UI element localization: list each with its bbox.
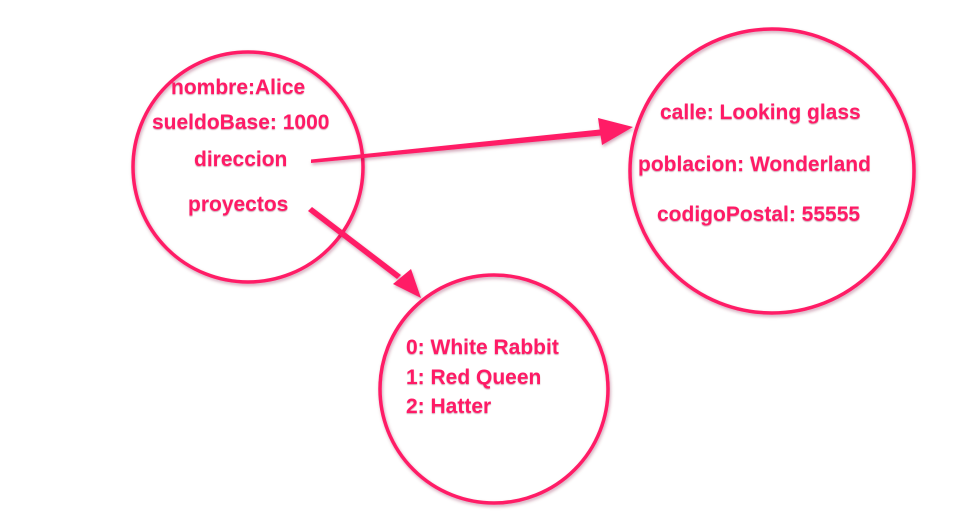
proyectos-node-circle <box>378 273 610 505</box>
codigo-postal-label: codigoPostal: 55555 <box>657 203 861 226</box>
arrow-direccion-head <box>598 118 633 145</box>
proyecto-item-0: 0: White Rabbit <box>406 336 559 359</box>
proyectos-label: proyectos <box>188 193 289 216</box>
calle-label: calle: Looking glass <box>660 101 861 124</box>
direccion-label: direccion <box>194 148 288 171</box>
arrow-direccion-shaft <box>311 129 601 163</box>
nombre-label: nombre:Alice <box>171 76 306 99</box>
arrow-proyectos-shaft <box>308 207 401 279</box>
proyecto-item-2: 2: Hatter <box>406 395 492 418</box>
diagram-graphics <box>131 27 916 505</box>
diagram-canvas: nombre:Alice sueldoBase: 1000 direccion … <box>0 0 958 521</box>
poblacion-label: poblacion: Wonderland <box>638 153 871 176</box>
proyecto-item-1: 1: Red Queen <box>406 366 542 389</box>
sueldo-base-label: sueldoBase: 1000 <box>152 111 330 134</box>
